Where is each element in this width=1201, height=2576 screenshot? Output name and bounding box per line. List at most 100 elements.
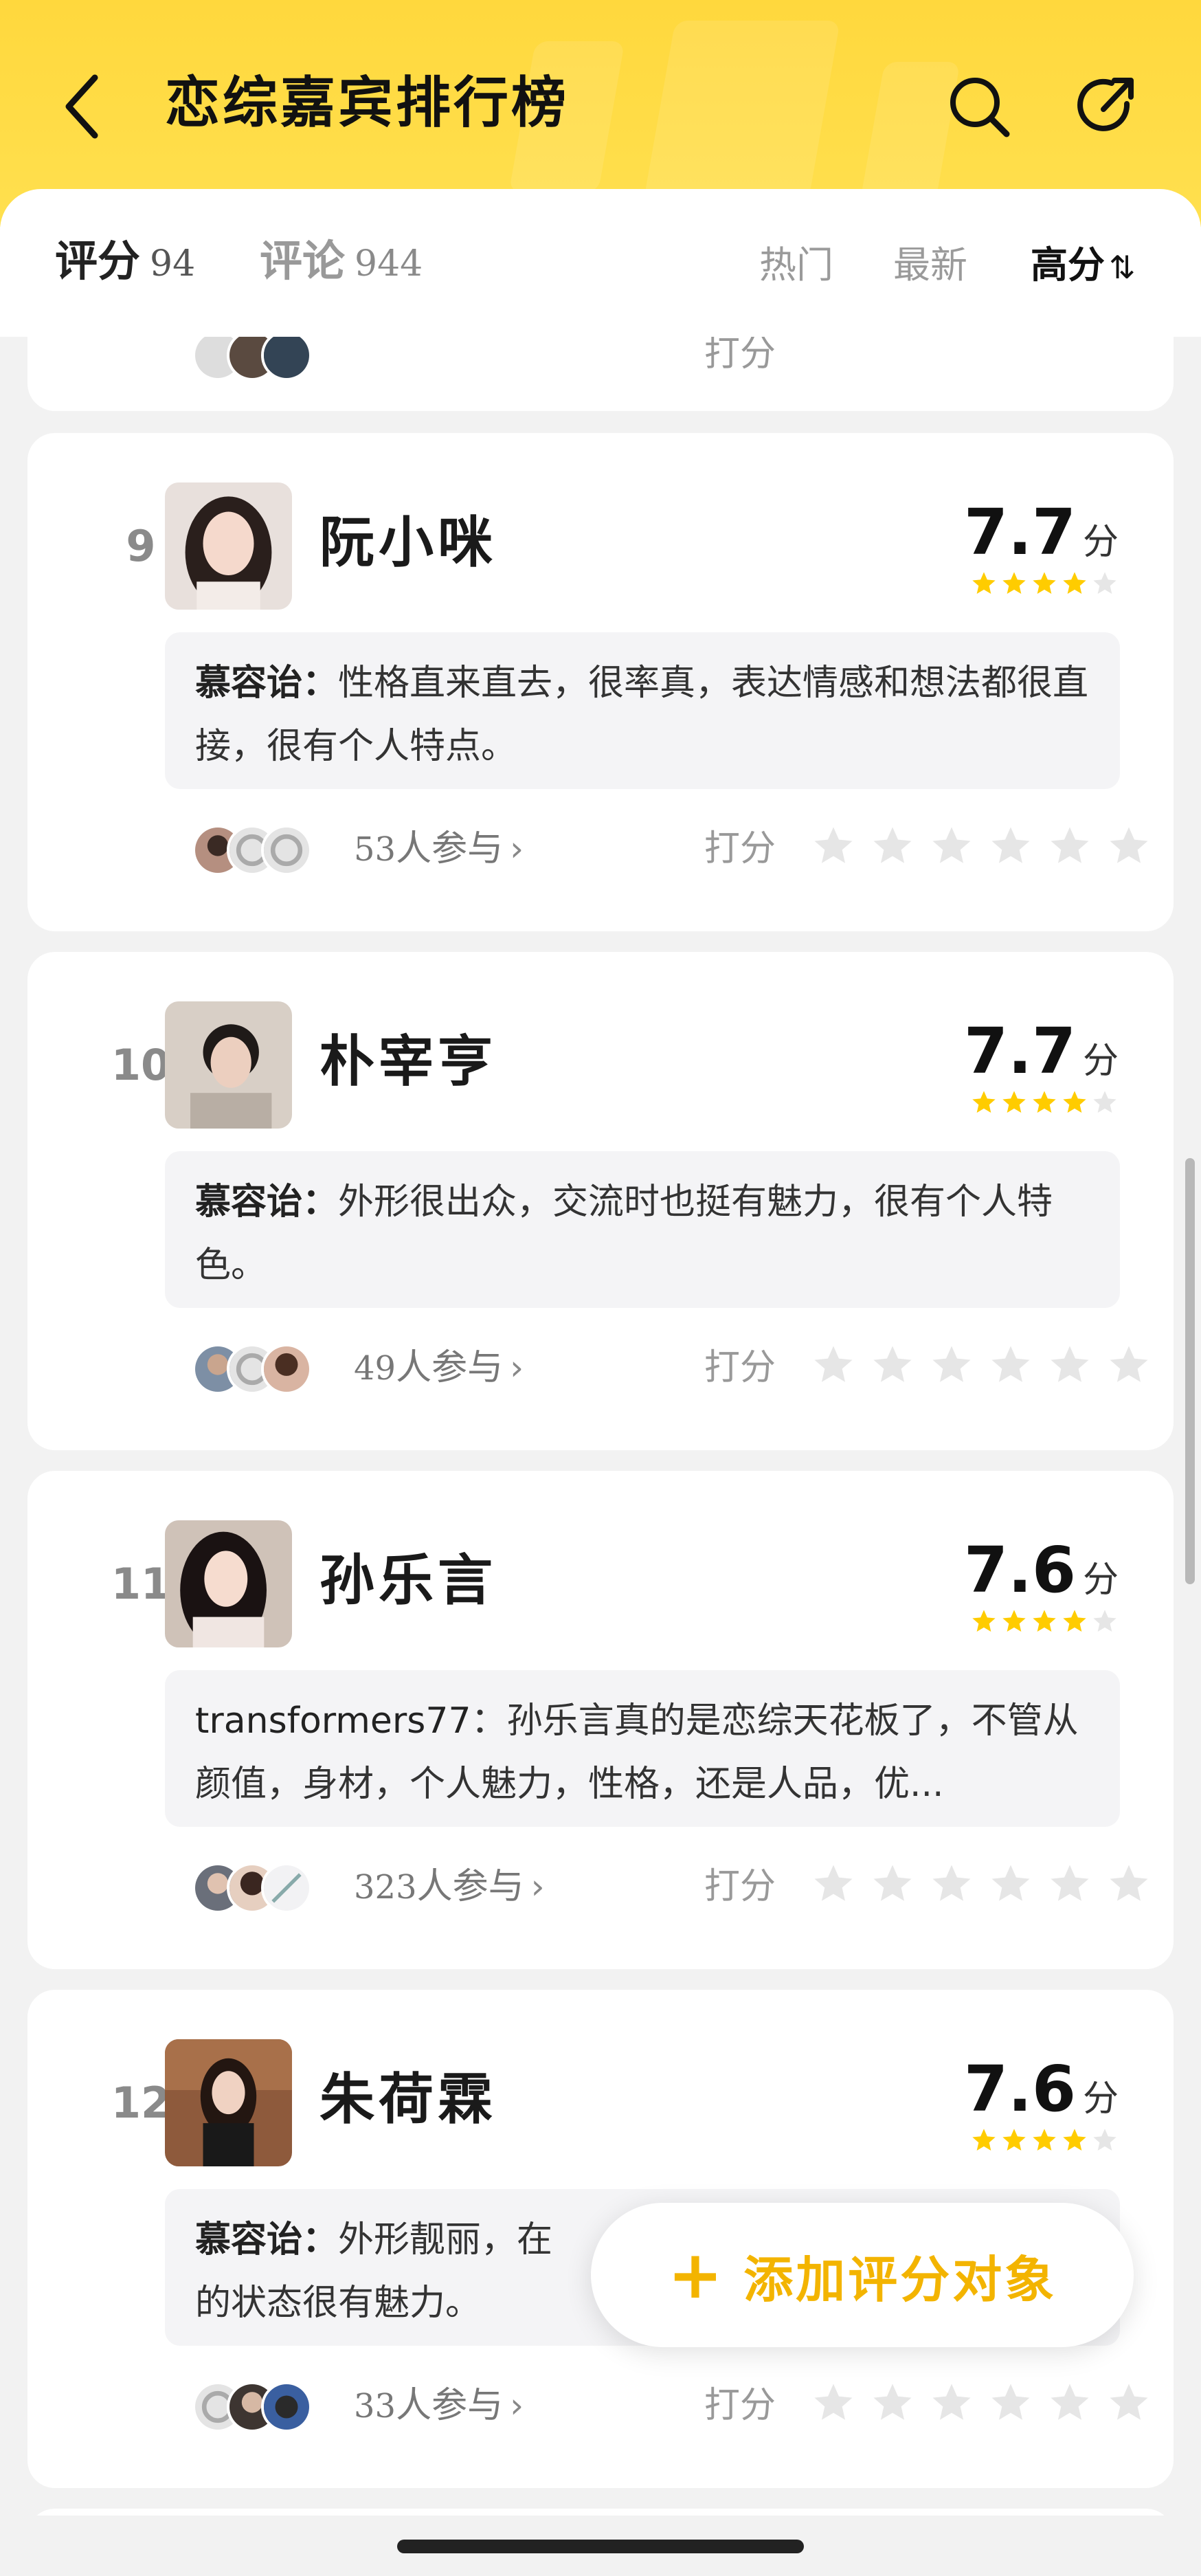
star-empty-icon[interactable] [988, 2380, 1033, 2425]
participant-avatars[interactable] [192, 2381, 344, 2432]
star-empty-icon[interactable] [1106, 1861, 1152, 1907]
participant-avatar [261, 330, 312, 381]
card-footer: 33人参与 › 打分 [165, 2375, 1148, 2437]
star-filled-icon [972, 2129, 996, 2151]
participant-avatars[interactable] [192, 1863, 344, 1913]
participant-avatars[interactable] [192, 1344, 344, 1395]
rate-stars-input[interactable] [811, 2380, 1152, 2425]
participants-count: 323 [354, 1868, 417, 1907]
guest-name[interactable]: 孙乐言 [319, 1546, 497, 1615]
comment-author: transformers77 [195, 1700, 471, 1742]
ranking-list: 打分 9 阮小咪 7.7 分 慕容诒：性格直来直去，很率真，表达情感和想法都很直接… [0, 0, 1201, 2576]
search-button[interactable] [945, 72, 1013, 141]
guest-name[interactable]: 朱荷霖 [319, 2065, 497, 2134]
score-value: 7.7 [964, 1014, 1076, 1088]
star-empty-icon[interactable] [1047, 1861, 1092, 1907]
ranking-card[interactable]: 9 阮小咪 7.7 分 慕容诒：性格直来直去，很率真，表达情感和想法都很直接，很有… [27, 433, 1174, 931]
participants-link[interactable]: 49人参与 › [354, 1337, 524, 1399]
star-filled-icon [1033, 572, 1056, 594]
tab-score[interactable]: 评分 94 [55, 230, 195, 303]
participants-count: 49 [354, 1349, 396, 1388]
star-empty-icon[interactable] [1047, 1342, 1092, 1388]
star-filled-icon [1002, 1091, 1026, 1113]
sort-order-icon: ⇅ [1109, 249, 1136, 287]
star-empty-icon[interactable] [870, 2380, 915, 2425]
share-button[interactable] [1072, 72, 1141, 141]
rate-stars-input[interactable] [811, 823, 1152, 869]
rating-stars [964, 2127, 1119, 2154]
sort-hot[interactable]: 热门 [759, 234, 833, 296]
rate-label: 打分 [704, 2385, 776, 2426]
star-empty-icon[interactable] [1047, 2380, 1092, 2425]
star-empty-icon[interactable] [870, 1861, 915, 1907]
participants-link[interactable]: 53人参与 › [354, 818, 524, 880]
rate-label: 打分 [704, 828, 776, 869]
participants-link[interactable]: 33人参与 › [354, 2375, 524, 2437]
bubble-tail [186, 2344, 216, 2346]
star-empty-icon[interactable] [1047, 823, 1092, 869]
comment-bubble[interactable]: 慕容诒：外形很出众，交流时也挺有魅力，很有个人特色。 [165, 1151, 1120, 1308]
rate-stars-input[interactable] [811, 1342, 1152, 1388]
comment-author: 慕容诒 [195, 663, 303, 704]
guest-name[interactable]: 朴宰亨 [319, 1028, 497, 1096]
avatar[interactable] [165, 482, 292, 610]
participants-suffix: 人参与 [416, 1866, 524, 1907]
comment-separator: ： [302, 663, 339, 704]
star-filled-icon [972, 572, 996, 594]
add-rating-target-button[interactable]: + 添加评分对象 [591, 2203, 1134, 2347]
score-box: 7.7 分 [964, 1017, 1119, 1116]
score-value: 7.7 [964, 496, 1076, 569]
star-empty-icon [1093, 2129, 1116, 2151]
score-box: 7.6 分 [964, 1536, 1119, 1635]
avatar[interactable] [165, 1001, 292, 1129]
star-empty-icon[interactable] [929, 1342, 974, 1388]
participant-avatars[interactable] [192, 825, 344, 876]
comment-bubble[interactable]: transformers77：孙乐言真的是恋综天花板了，不管从颜值，身材，个人魅… [165, 1670, 1120, 1827]
participant-avatars [192, 330, 344, 381]
rating-stars [964, 570, 1119, 597]
star-empty-icon[interactable] [929, 823, 974, 869]
participants-suffix: 人参与 [396, 1347, 504, 1388]
star-empty-icon[interactable] [988, 1342, 1033, 1388]
rate-stars-input[interactable] [811, 1861, 1152, 1907]
chevron-right-icon: › [510, 829, 524, 869]
participants-suffix: 人参与 [396, 828, 504, 869]
tab-comment[interactable]: 评论 944 [260, 230, 423, 303]
comment-bubble[interactable]: 慕容诒：性格直来直去，很率真，表达情感和想法都很直接，很有个人特点。 [165, 632, 1120, 789]
guest-name[interactable]: 阮小咪 [319, 509, 497, 577]
star-empty-icon[interactable] [929, 2380, 974, 2425]
star-empty-icon[interactable] [1106, 1342, 1152, 1388]
participants-link[interactable]: 323人参与 › [354, 1856, 545, 1918]
ranking-card[interactable]: 10 朴宰亨 7.7分 慕容诒：外形很出众，交流时也挺有魅力，很有个人特色。 [27, 952, 1174, 1450]
card-footer: 49人参与 › 打分 [165, 1337, 1148, 1399]
star-empty-icon[interactable] [929, 1861, 974, 1907]
ranking-card[interactable]: 11 孙乐言 7.6 分 transformers77：孙乐言真的是恋综天花板了，… [27, 1471, 1174, 1969]
card-footer: 323人参与 › 打分 [165, 1856, 1148, 1918]
sort-new[interactable]: 最新 [893, 234, 967, 296]
star-filled-icon [1033, 2129, 1056, 2151]
bubble-tail [186, 1825, 216, 1827]
chevron-right-icon: › [510, 2386, 524, 2425]
star-empty-icon[interactable] [988, 823, 1033, 869]
star-empty-icon[interactable] [811, 1342, 856, 1388]
rate-label: 打分 [704, 1866, 776, 1907]
star-empty-icon[interactable] [811, 1861, 856, 1907]
star-empty-icon [1093, 1610, 1116, 1632]
star-filled-icon [1002, 2129, 1026, 2151]
star-empty-icon[interactable] [811, 2380, 856, 2425]
home-indicator [397, 2540, 804, 2553]
star-filled-icon [1063, 1091, 1086, 1113]
star-empty-icon[interactable] [811, 823, 856, 869]
star-empty-icon[interactable] [1106, 823, 1152, 869]
participants-count: 33 [354, 2387, 396, 2425]
avatar[interactable] [165, 2039, 292, 2166]
back-button[interactable] [55, 65, 110, 148]
star-empty-icon[interactable] [870, 1342, 915, 1388]
star-empty-icon[interactable] [870, 823, 915, 869]
star-empty-icon[interactable] [1106, 2380, 1152, 2425]
card-footer: 53人参与 › 打分 [165, 818, 1148, 880]
scrollbar-thumb[interactable] [1185, 1158, 1195, 1584]
star-empty-icon[interactable] [988, 1861, 1033, 1907]
sort-high[interactable]: 高分 ⇅ [1031, 234, 1136, 298]
avatar[interactable] [165, 1520, 292, 1647]
